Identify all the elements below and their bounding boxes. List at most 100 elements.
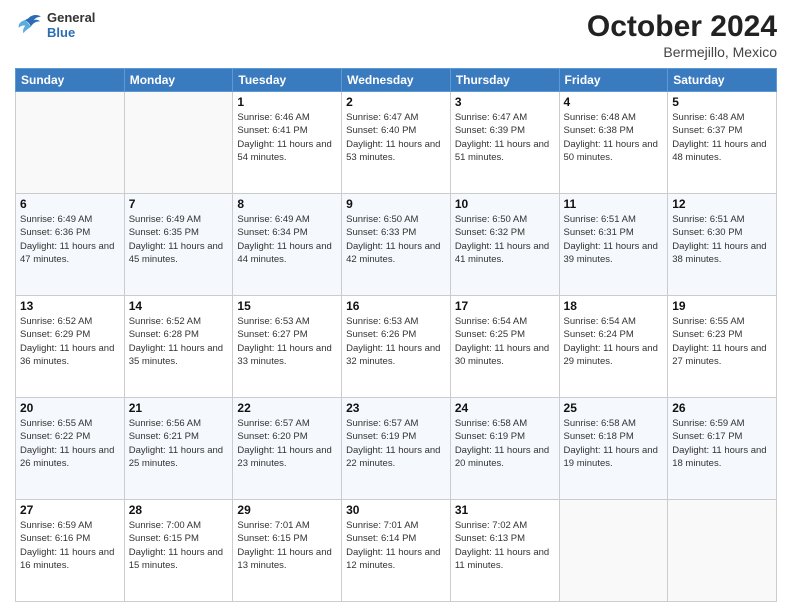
day-number-19: 19 — [672, 299, 772, 313]
day-cell-1-0: 6 Sunrise: 6:49 AM Sunset: 6:36 PM Daylig… — [16, 194, 125, 296]
day-info-30: Sunrise: 7:01 AM Sunset: 6:14 PM Dayligh… — [346, 519, 446, 572]
day-cell-2-2: 15 Sunrise: 6:53 AM Sunset: 6:27 PM Dayli… — [233, 296, 342, 398]
header-thursday: Thursday — [450, 69, 559, 92]
day-cell-1-2: 8 Sunrise: 6:49 AM Sunset: 6:34 PM Daylig… — [233, 194, 342, 296]
day-number-12: 12 — [672, 197, 772, 211]
day-info-9: Sunrise: 6:50 AM Sunset: 6:33 PM Dayligh… — [346, 213, 446, 266]
calendar-title: October 2024 — [587, 10, 777, 44]
day-number-18: 18 — [564, 299, 664, 313]
header-wednesday: Wednesday — [342, 69, 451, 92]
day-number-21: 21 — [129, 401, 229, 415]
day-cell-3-3: 23 Sunrise: 6:57 AM Sunset: 6:19 PM Dayli… — [342, 398, 451, 500]
day-info-29: Sunrise: 7:01 AM Sunset: 6:15 PM Dayligh… — [237, 519, 337, 572]
header-sunday: Sunday — [16, 69, 125, 92]
week-row-2: 6 Sunrise: 6:49 AM Sunset: 6:36 PM Daylig… — [16, 194, 777, 296]
day-number-10: 10 — [455, 197, 555, 211]
day-cell-3-0: 20Sunrise: 6:55 AM Sunset: 6:22 PM Dayli… — [16, 398, 125, 500]
day-info-16: Sunrise: 6:53 AM Sunset: 6:26 PM Dayligh… — [346, 315, 446, 368]
day-number-8: 8 — [237, 197, 337, 211]
logo: General Blue — [15, 10, 95, 40]
day-cell-3-5: 25 Sunrise: 6:58 AM Sunset: 6:18 PM Dayli… — [559, 398, 668, 500]
day-info-4: Sunrise: 6:48 AM Sunset: 6:38 PM Dayligh… — [564, 111, 664, 164]
day-info-19: Sunrise: 6:55 AM Sunset: 6:23 PM Dayligh… — [672, 315, 772, 368]
day-cell-1-4: 10 Sunrise: 6:50 AM Sunset: 6:32 PM Dayli… — [450, 194, 559, 296]
day-number-1: 1 — [237, 95, 337, 109]
day-info-28: Sunrise: 7:00 AM Sunset: 6:15 PM Dayligh… — [129, 519, 229, 572]
day-number-9: 9 — [346, 197, 446, 211]
day-number-11: 11 — [564, 197, 664, 211]
day-info-17: Sunrise: 6:54 AM Sunset: 6:25 PM Dayligh… — [455, 315, 555, 368]
day-number-15: 15 — [237, 299, 337, 313]
day-info-11: Sunrise: 6:51 AM Sunset: 6:31 PM Dayligh… — [564, 213, 664, 266]
day-number-4: 4 — [564, 95, 664, 109]
day-info-15: Sunrise: 6:53 AM Sunset: 6:27 PM Dayligh… — [237, 315, 337, 368]
day-info-12: Sunrise: 6:51 AM Sunset: 6:30 PM Dayligh… — [672, 213, 772, 266]
day-number-25: 25 — [564, 401, 664, 415]
day-number-26: 26 — [672, 401, 772, 415]
day-info-2: Sunrise: 6:47 AM Sunset: 6:40 PM Dayligh… — [346, 111, 446, 164]
day-info-7: Sunrise: 6:49 AM Sunset: 6:35 PM Dayligh… — [129, 213, 229, 266]
day-number-6: 6 — [20, 197, 120, 211]
day-info-21: Sunrise: 6:56 AM Sunset: 6:21 PM Dayligh… — [129, 417, 229, 470]
day-cell-0-5: 4 Sunrise: 6:48 AM Sunset: 6:38 PM Daylig… — [559, 92, 668, 194]
day-cell-1-1: 7 Sunrise: 6:49 AM Sunset: 6:35 PM Daylig… — [124, 194, 233, 296]
header-monday: Monday — [124, 69, 233, 92]
week-row-1: 1 Sunrise: 6:46 AM Sunset: 6:41 PM Daylig… — [16, 92, 777, 194]
day-cell-4-0: 27Sunrise: 6:59 AM Sunset: 6:16 PM Dayli… — [16, 500, 125, 602]
day-number-7: 7 — [129, 197, 229, 211]
day-info-5: Sunrise: 6:48 AM Sunset: 6:37 PM Dayligh… — [672, 111, 772, 164]
day-info-18: Sunrise: 6:54 AM Sunset: 6:24 PM Dayligh… — [564, 315, 664, 368]
logo-text: General Blue — [47, 10, 95, 40]
day-cell-2-4: 17 Sunrise: 6:54 AM Sunset: 6:25 PM Dayli… — [450, 296, 559, 398]
day-cell-3-6: 26 Sunrise: 6:59 AM Sunset: 6:17 PM Dayli… — [668, 398, 777, 500]
day-number-5: 5 — [672, 95, 772, 109]
day-info-8: Sunrise: 6:49 AM Sunset: 6:34 PM Dayligh… — [237, 213, 337, 266]
day-info-13: Sunrise: 6:52 AM Sunset: 6:29 PM Dayligh… — [20, 315, 120, 368]
day-cell-2-1: 14Sunrise: 6:52 AM Sunset: 6:28 PM Dayli… — [124, 296, 233, 398]
logo-blue-text: Blue — [47, 25, 95, 40]
day-number-31: 31 — [455, 503, 555, 517]
day-number-23: 23 — [346, 401, 446, 415]
day-number-27: 27 — [20, 503, 120, 517]
day-number-24: 24 — [455, 401, 555, 415]
calendar-table: SundayMondayTuesdayWednesdayThursdayFrid… — [15, 68, 777, 602]
day-cell-1-3: 9 Sunrise: 6:50 AM Sunset: 6:33 PM Daylig… — [342, 194, 451, 296]
header-saturday: Saturday — [668, 69, 777, 92]
day-cell-3-2: 22Sunrise: 6:57 AM Sunset: 6:20 PM Dayli… — [233, 398, 342, 500]
day-info-1: Sunrise: 6:46 AM Sunset: 6:41 PM Dayligh… — [237, 111, 337, 164]
day-info-31: Sunrise: 7:02 AM Sunset: 6:13 PM Dayligh… — [455, 519, 555, 572]
week-row-5: 27Sunrise: 6:59 AM Sunset: 6:16 PM Dayli… — [16, 500, 777, 602]
day-info-3: Sunrise: 6:47 AM Sunset: 6:39 PM Dayligh… — [455, 111, 555, 164]
day-info-24: Sunrise: 6:58 AM Sunset: 6:19 PM Dayligh… — [455, 417, 555, 470]
day-number-28: 28 — [129, 503, 229, 517]
day-cell-2-6: 19 Sunrise: 6:55 AM Sunset: 6:23 PM Dayli… — [668, 296, 777, 398]
day-number-16: 16 — [346, 299, 446, 313]
day-cell-1-5: 11 Sunrise: 6:51 AM Sunset: 6:31 PM Dayli… — [559, 194, 668, 296]
day-info-6: Sunrise: 6:49 AM Sunset: 6:36 PM Dayligh… — [20, 213, 120, 266]
day-number-2: 2 — [346, 95, 446, 109]
day-info-22: Sunrise: 6:57 AM Sunset: 6:20 PM Dayligh… — [237, 417, 337, 470]
day-cell-0-6: 5 Sunrise: 6:48 AM Sunset: 6:37 PM Daylig… — [668, 92, 777, 194]
day-number-30: 30 — [346, 503, 446, 517]
day-cell-3-1: 21 Sunrise: 6:56 AM Sunset: 6:21 PM Dayli… — [124, 398, 233, 500]
week-row-3: 13Sunrise: 6:52 AM Sunset: 6:29 PM Dayli… — [16, 296, 777, 398]
logo-general-text: General — [47, 10, 95, 25]
day-info-26: Sunrise: 6:59 AM Sunset: 6:17 PM Dayligh… — [672, 417, 772, 470]
day-info-25: Sunrise: 6:58 AM Sunset: 6:18 PM Dayligh… — [564, 417, 664, 470]
day-number-17: 17 — [455, 299, 555, 313]
day-cell-4-6 — [668, 500, 777, 602]
day-cell-0-4: 3 Sunrise: 6:47 AM Sunset: 6:39 PM Daylig… — [450, 92, 559, 194]
day-cell-4-4: 31 Sunrise: 7:02 AM Sunset: 6:13 PM Dayli… — [450, 500, 559, 602]
header-friday: Friday — [559, 69, 668, 92]
day-number-20: 20 — [20, 401, 120, 415]
day-cell-2-5: 18 Sunrise: 6:54 AM Sunset: 6:24 PM Dayli… — [559, 296, 668, 398]
day-cell-4-1: 28 Sunrise: 7:00 AM Sunset: 6:15 PM Dayli… — [124, 500, 233, 602]
day-cell-3-4: 24 Sunrise: 6:58 AM Sunset: 6:19 PM Dayli… — [450, 398, 559, 500]
day-cell-4-2: 29Sunrise: 7:01 AM Sunset: 6:15 PM Dayli… — [233, 500, 342, 602]
calendar-header-row: SundayMondayTuesdayWednesdayThursdayFrid… — [16, 69, 777, 92]
day-info-10: Sunrise: 6:50 AM Sunset: 6:32 PM Dayligh… — [455, 213, 555, 266]
day-info-23: Sunrise: 6:57 AM Sunset: 6:19 PM Dayligh… — [346, 417, 446, 470]
day-number-3: 3 — [455, 95, 555, 109]
day-cell-0-3: 2 Sunrise: 6:47 AM Sunset: 6:40 PM Daylig… — [342, 92, 451, 194]
day-cell-2-3: 16 Sunrise: 6:53 AM Sunset: 6:26 PM Dayli… — [342, 296, 451, 398]
